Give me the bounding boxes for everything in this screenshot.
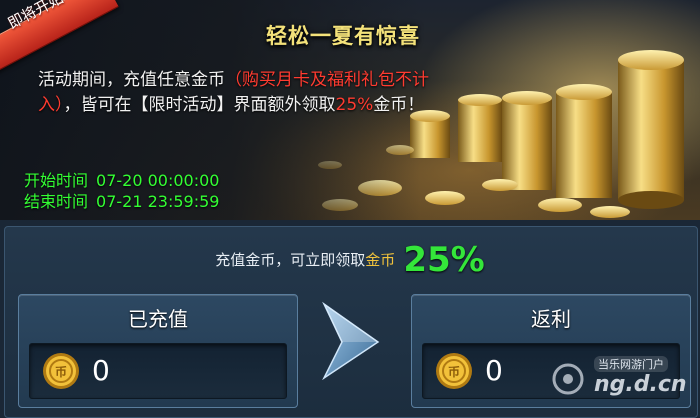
event-title: 轻松一夏有惊喜 — [266, 24, 420, 48]
rebate-label: 返利 — [531, 307, 571, 331]
gold-coin-icon: 币 — [436, 353, 472, 389]
svg-text:币: 币 — [55, 365, 67, 379]
event-banner: 即将开始 轻松一夏有惊喜 活动期间，充值任意金币（购买月卡及福利礼包不计入），皆… — [0, 0, 700, 220]
gold-coin-icon: 币 — [43, 353, 79, 389]
desc-text-1: 活动期间，充值任意金币 — [38, 70, 225, 90]
desc-text-3: 金币！ — [373, 95, 425, 115]
start-time-value: 07-20 00:00:00 — [96, 171, 220, 190]
svg-text:币: 币 — [448, 365, 460, 379]
rebate-percent: 25% — [403, 240, 485, 280]
rate-gold-text: 金币 — [365, 251, 396, 269]
recharged-value: 0 — [92, 354, 110, 387]
rate-text: 充值金币，可立即领取 — [215, 251, 366, 269]
arrow-right-icon — [322, 301, 380, 380]
rebate-rate-line: 充值金币，可立即领取金币 25% — [0, 240, 700, 280]
event-time-info: 开始时间 07-20 00:00:00 结束时间 07-21 23:59:59 — [24, 170, 227, 212]
start-time-row: 开始时间 07-20 00:00:00 — [24, 170, 227, 191]
end-time-label: 结束时间 — [24, 192, 89, 211]
watermark-url: ng.d.cn — [594, 372, 687, 397]
watermark-site-name: 当乐网游门户 — [594, 356, 668, 372]
recharged-box: 已充值 币 0 — [18, 294, 298, 408]
end-time-row: 结束时间 07-21 23:59:59 — [24, 191, 227, 212]
desc-text-2: ，皆可在【限时活动】界面额外领取 — [63, 95, 336, 115]
rebate-value: 0 — [485, 354, 503, 387]
recharged-label: 已充值 — [128, 307, 188, 331]
start-time-label: 开始时间 — [24, 171, 89, 190]
event-description: 活动期间，充值任意金币（购买月卡及福利礼包不计入），皆可在【限时活动】界面额外领… — [38, 68, 438, 118]
recharged-value-field: 币 0 — [29, 343, 287, 399]
desc-bonus-percent: 25% — [335, 95, 374, 115]
end-time-value: 07-21 23:59:59 — [96, 192, 220, 211]
